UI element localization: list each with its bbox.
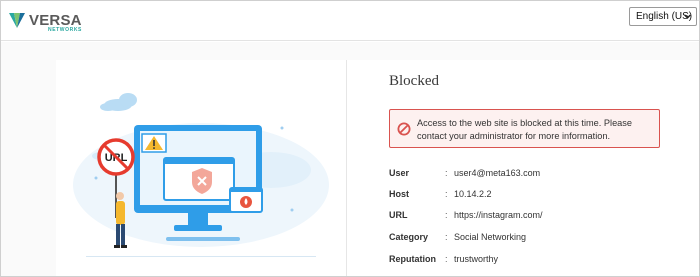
brand-subtitle: NETWORKS (48, 27, 82, 33)
page-title: Blocked (389, 73, 439, 89)
chevron-down-icon (684, 14, 691, 19)
alert-message: Access to the web site is blocked at thi… (417, 118, 632, 141)
detail-value: https://instagram.com/ (454, 210, 543, 220)
versa-logo: VERSA NETWORKS (8, 11, 88, 33)
detail-label: Host (389, 189, 409, 199)
blocked-illustration: URL (56, 60, 346, 276)
detail-value: 10.14.2.2 (454, 189, 492, 199)
detail-label: URL (389, 210, 408, 220)
detail-separator: : (445, 210, 448, 220)
detail-value: user4@meta163.com (454, 168, 541, 178)
detail-separator: : (445, 232, 448, 242)
detail-value: trustworthy (454, 254, 499, 264)
blocked-illustration-art: URL (73, 93, 329, 257)
detail-separator: : (445, 189, 448, 199)
detail-separator: : (445, 168, 448, 178)
detail-label: Category (389, 232, 429, 242)
blocked-circle-icon (397, 122, 411, 136)
detail-label: User (389, 168, 410, 178)
security-drop-icon (240, 196, 252, 208)
versa-logo-icon (9, 13, 25, 28)
main-area: URL (1, 42, 699, 276)
cloud-icon (100, 93, 137, 111)
detail-separator: : (445, 254, 448, 264)
top-bar: VERSA NETWORKS English (US) (1, 1, 699, 41)
blocked-alert: Access to the web site is blocked at thi… (389, 109, 660, 148)
detail-value: Social Networking (454, 232, 527, 242)
language-select[interactable]: English (US) (629, 7, 697, 26)
detail-label: Reputation (389, 254, 436, 264)
